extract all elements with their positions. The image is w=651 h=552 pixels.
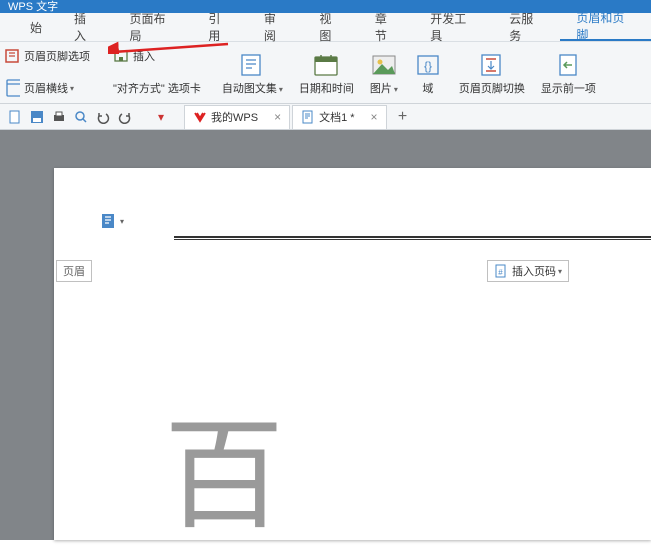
qat-dropdown-icon[interactable]: ▾ [151, 107, 171, 127]
svg-text:{}: {} [424, 59, 432, 73]
header-line-button[interactable]: 页眉横线 ▾ [0, 78, 94, 98]
field-label: 域 [422, 80, 433, 96]
ribbon-group-insert: 插入 "对齐方式" 选项卡 [103, 46, 211, 98]
qat-undo-icon[interactable] [93, 107, 113, 127]
field-button[interactable]: {} 域 [406, 46, 450, 102]
header-footer-options-label: 页眉页脚选项 [24, 48, 90, 64]
autotext-button[interactable]: 自动图文集▾ [214, 46, 291, 102]
picture-label: 图片▾ [370, 80, 398, 96]
options-icon [4, 48, 20, 64]
header-line-label: 页眉横线 [24, 80, 68, 96]
alignment-tab-button[interactable]: "对齐方式" 选项卡 [109, 78, 205, 98]
menu-view[interactable]: 视图 [303, 13, 358, 41]
menu-section[interactable]: 章节 [359, 13, 414, 41]
insert-label: 插入 [133, 48, 155, 64]
alignment-tab-label: "对齐方式" 选项卡 [113, 80, 201, 96]
qat-new-icon[interactable] [5, 107, 25, 127]
menu-cloud[interactable]: 云服务 [493, 13, 560, 41]
insert-icon [113, 48, 129, 64]
qat-separator [137, 107, 149, 127]
qat-print-icon[interactable] [49, 107, 69, 127]
wps-logo-icon [193, 110, 207, 124]
dropdown-icon: ▾ [558, 267, 562, 276]
qat-preview-icon[interactable] [71, 107, 91, 127]
qat-redo-icon[interactable] [115, 107, 135, 127]
menu-insert[interactable]: 插入 [58, 13, 113, 41]
calendar-icon [312, 52, 340, 78]
prev-icon [554, 52, 582, 78]
menu-references[interactable]: 引用 [192, 13, 247, 41]
close-icon[interactable]: × [274, 110, 281, 124]
show-prev-label: 显示前一项 [541, 80, 596, 96]
qat-save-icon[interactable] [27, 107, 47, 127]
datetime-label: 日期和时间 [299, 80, 354, 96]
ribbon: 页眉页脚选项 页眉横线 ▾ 插入 "对齐方式" 选项卡 自动图文集▾ [0, 42, 651, 104]
picture-button[interactable]: 图片▾ [362, 46, 406, 102]
header-rule-line [174, 236, 651, 240]
app-name: WPS 文字 [0, 0, 58, 14]
insert-page-number-label: 插入页码 [512, 263, 556, 279]
menu-headerfooter[interactable]: 页眉和页脚 [560, 13, 651, 41]
quick-access-toolbar: ▾ 我的WPS × 文档1 * × + [0, 104, 651, 130]
svg-text:#: # [498, 268, 503, 277]
header-footer-switch-button[interactable]: 页眉页脚切换 [451, 46, 533, 102]
page-content-text: 百 [164, 378, 284, 552]
dropdown-icon: ▾ [70, 84, 74, 93]
dropdown-icon: ▾ [120, 217, 124, 226]
autotext-icon [238, 52, 266, 78]
menu-pagelayout[interactable]: 页面布局 [113, 13, 192, 41]
title-bar: WPS 文字 [0, 0, 651, 13]
document-tabs: 我的WPS × 文档1 * × + [184, 104, 413, 130]
show-prev-button[interactable]: 显示前一项 [533, 46, 604, 102]
field-icon: {} [414, 52, 442, 78]
add-tab-button[interactable]: + [393, 107, 413, 127]
insert-page-number-button[interactable]: # 插入页码 ▾ [487, 260, 569, 282]
header-footer-options-button[interactable]: 页眉页脚选项 [0, 46, 94, 66]
menu-devtools[interactable]: 开发工具 [414, 13, 493, 41]
switch-icon [478, 52, 506, 78]
document-canvas: ▾ 页眉 # 插入页码 ▾ 百 [0, 130, 651, 540]
close-icon[interactable]: × [371, 110, 378, 124]
switch-label: 页眉页脚切换 [459, 80, 525, 96]
header-region-tag: 页眉 [56, 260, 92, 282]
tab-mywps[interactable]: 我的WPS × [184, 105, 290, 129]
picture-icon [370, 52, 398, 78]
doc-icon [301, 110, 315, 124]
insert-button[interactable]: 插入 [109, 46, 205, 66]
header-line-icon [4, 80, 20, 96]
header-marker-icon[interactable]: ▾ [100, 212, 124, 230]
tab-mywps-label: 我的WPS [211, 109, 258, 125]
datetime-button[interactable]: 日期和时间 [291, 46, 362, 102]
page[interactable]: ▾ 页眉 # 插入页码 ▾ 百 [54, 168, 651, 540]
tab-doc1-label: 文档1 * [319, 109, 354, 125]
menu-start[interactable]: 始 [14, 13, 58, 41]
ribbon-group-left: 页眉页脚选项 页眉横线 ▾ [0, 46, 100, 98]
pagenum-icon: # [494, 264, 508, 278]
menu-review[interactable]: 审阅 [248, 13, 303, 41]
menu-bar: 始 插入 页面布局 引用 审阅 视图 章节 开发工具 云服务 页眉和页脚 [0, 13, 651, 42]
tab-doc1[interactable]: 文档1 * × [292, 105, 386, 129]
autotext-label: 自动图文集▾ [222, 80, 283, 96]
